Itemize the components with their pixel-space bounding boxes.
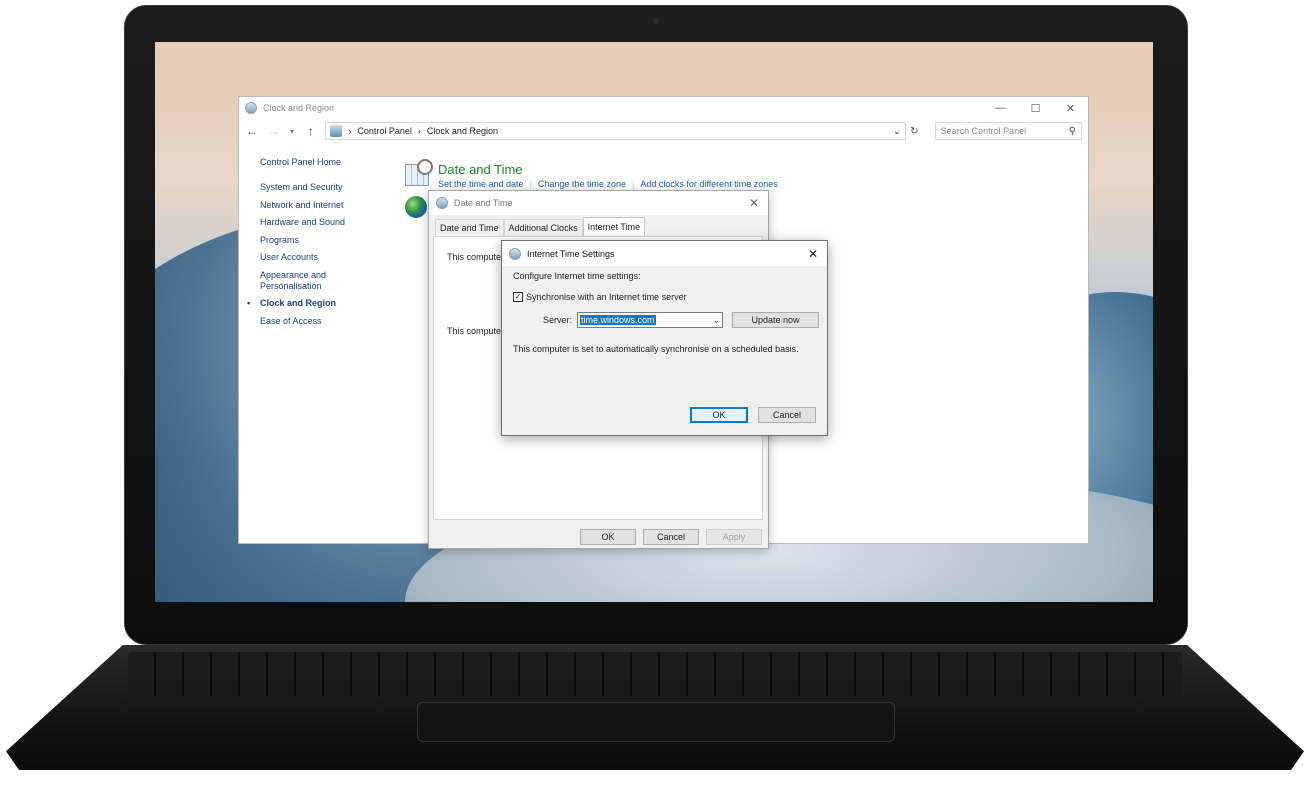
sync-checkbox-row[interactable]: ✓ Synchronise with an Internet time serv… <box>513 292 687 302</box>
server-row: Server: time.windows.com ⌄ Update now <box>543 312 820 328</box>
window-title: Clock and Region <box>263 103 335 113</box>
clock-icon <box>509 247 521 260</box>
dialog-title: Internet Time Settings <box>527 248 615 259</box>
update-now-button[interactable]: Update now <box>732 312 820 328</box>
cancel-button[interactable]: Cancel <box>758 407 816 423</box>
sync-checkbox[interactable]: ✓ <box>513 292 523 302</box>
sidebar: Control Panel Home System and Security N… <box>247 157 400 333</box>
server-combobox[interactable]: time.windows.com ⌄ <box>577 312 724 328</box>
back-arrow-icon[interactable]: ← <box>245 124 259 138</box>
touchpad <box>417 702 895 742</box>
link-add-clocks[interactable]: Add clocks for different time zones <box>640 179 777 189</box>
forward-arrow-icon[interactable]: → <box>267 124 281 138</box>
tab-additional-clocks[interactable]: Additional Clocks <box>503 219 583 236</box>
breadcrumb-separator: › <box>417 126 421 136</box>
clock-icon <box>436 197 448 209</box>
search-input[interactable]: Search Control Panel ⚲ <box>934 122 1082 140</box>
dialog-tabs: Date and Time Additional Clocks Internet… <box>435 217 646 236</box>
sidebar-item-programs[interactable]: Programs <box>260 235 400 246</box>
tab-date-and-time[interactable]: Date and Time <box>435 219 504 236</box>
region-globe-icon[interactable] <box>405 196 427 218</box>
link-separator: | <box>529 179 532 189</box>
sidebar-item-ease-of-access[interactable]: Ease of Access <box>260 316 400 327</box>
sync-status-text: This computer is set to automatically sy… <box>513 344 799 354</box>
up-arrow-icon[interactable]: ↑ <box>304 124 318 138</box>
link-set-time-date[interactable]: Set the time and date <box>438 179 524 189</box>
control-panel-icon <box>330 125 343 137</box>
dialog-title: Date and Time <box>454 198 513 208</box>
chevron-down-icon[interactable]: ⌄ <box>893 126 901 137</box>
sidebar-item-hardware-sound[interactable]: Hardware and Sound <box>260 217 400 228</box>
close-icon[interactable]: ✕ <box>799 247 827 261</box>
keyboard <box>128 652 1182 696</box>
sidebar-item-system-security[interactable]: System and Security <box>260 182 400 193</box>
breadcrumb-clock-and-region[interactable]: Clock and Region <box>427 126 498 136</box>
minimize-button[interactable]: — <box>983 102 1018 115</box>
refresh-icon[interactable]: ↻ <box>910 126 918 137</box>
section-links: Set the time and date | Change the time … <box>438 179 778 189</box>
camera-dot <box>653 18 659 24</box>
section-title-date-time[interactable]: Date and Time <box>438 162 523 177</box>
dialog-titlebar: Date and Time ✕ <box>429 191 768 215</box>
sidebar-item-network-internet[interactable]: Network and Internet <box>260 200 400 211</box>
panel-text: This compute <box>447 326 502 336</box>
internet-time-settings-dialog: Internet Time Settings ✕ Configure Inter… <box>501 240 828 436</box>
window-titlebar: Clock and Region — ☐ ✕ <box>239 97 1088 119</box>
panel-text: This compute <box>447 252 502 262</box>
breadcrumb[interactable]: › Control Panel › Clock and Region ⌄ <box>325 122 907 140</box>
close-icon[interactable]: ✕ <box>740 196 768 210</box>
address-bar: ← → ▾ ↑ › Control Panel › Clock and Regi… <box>239 119 1088 143</box>
dialog-buttons: OK Cancel Apply <box>580 529 762 545</box>
breadcrumb-separator: › <box>348 126 352 136</box>
server-value[interactable]: time.windows.com <box>580 315 656 325</box>
sidebar-item-home[interactable]: Control Panel Home <box>260 157 400 168</box>
dialog-buttons: OK Cancel <box>690 407 816 423</box>
cancel-button[interactable]: Cancel <box>643 529 699 545</box>
ok-button[interactable]: OK <box>690 407 748 423</box>
settings-heading: Configure Internet time settings: <box>513 271 641 281</box>
calendar-clock-icon[interactable] <box>405 159 433 186</box>
dialog-titlebar: Internet Time Settings ✕ <box>502 241 827 266</box>
maximize-button[interactable]: ☐ <box>1018 102 1053 115</box>
sidebar-item-appearance[interactable]: Appearance and Personalisation <box>260 270 340 292</box>
tab-internet-time[interactable]: Internet Time <box>582 217 646 236</box>
breadcrumb-control-panel[interactable]: Control Panel <box>357 126 412 136</box>
chevron-down-icon[interactable]: ⌄ <box>712 315 720 326</box>
control-panel-icon <box>245 102 257 114</box>
sync-checkbox-label[interactable]: Synchronise with an Internet time server <box>526 292 687 302</box>
sidebar-item-clock-region[interactable]: Clock and Region <box>247 298 400 309</box>
ok-button[interactable]: OK <box>580 529 636 545</box>
apply-button[interactable]: Apply <box>706 529 762 545</box>
close-button[interactable]: ✕ <box>1053 102 1088 115</box>
recent-dropdown-icon[interactable]: ▾ <box>288 127 296 136</box>
link-separator: | <box>631 179 635 189</box>
search-placeholder: Search Control Panel <box>940 126 1027 136</box>
sidebar-item-user-accounts[interactable]: User Accounts <box>260 252 400 263</box>
search-icon[interactable]: ⚲ <box>1069 126 1076 137</box>
server-label: Server: <box>543 315 573 325</box>
link-change-time-zone[interactable]: Change the time zone <box>538 179 626 189</box>
